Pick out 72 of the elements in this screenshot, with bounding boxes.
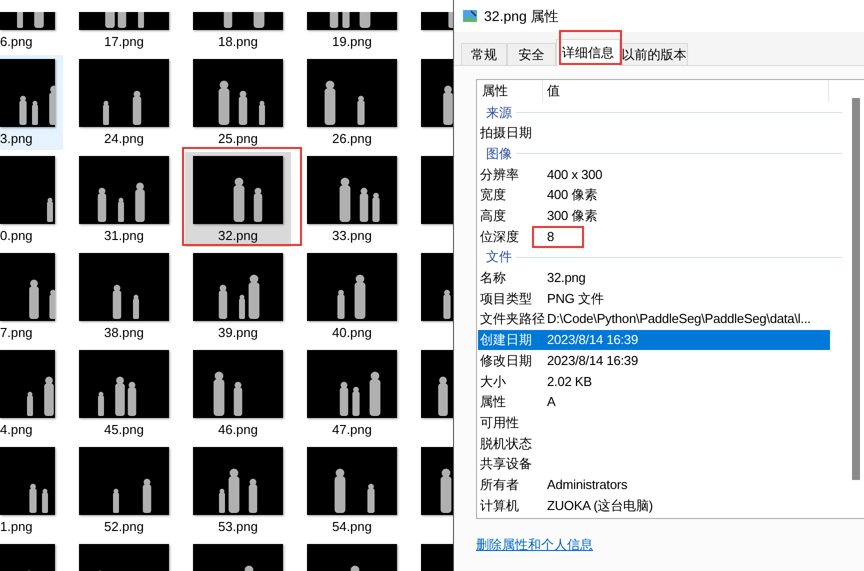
property-name: 属性: [479, 393, 507, 412]
property-name: 可用性: [479, 414, 520, 432]
image-icon: [462, 8, 478, 24]
file-name: 47.png: [332, 421, 372, 439]
property-name: 共享设备: [479, 455, 533, 474]
property-value: 400 像素: [547, 186, 598, 204]
window-title: 32.png 属性: [484, 6, 559, 26]
property-name: 文件夹路径: [479, 310, 546, 328]
file-name: 38.png: [104, 324, 144, 342]
file-name: 1.png: [0, 518, 33, 536]
tab[interactable]: 安全: [507, 43, 556, 65]
selected-row[interactable]: 创建日期 2023/8/14 16:39: [478, 330, 830, 350]
property-value: A: [547, 393, 556, 412]
group-header: 图像: [485, 144, 513, 163]
file-name: 19.png: [332, 33, 372, 51]
file-name: 17.png: [104, 33, 144, 51]
file-name: 54.png: [332, 518, 372, 536]
property-name: 名称: [479, 269, 507, 288]
file-name: 24.png: [104, 130, 144, 148]
remove-properties-link[interactable]: 删除属性和个人信息: [476, 537, 593, 552]
file-name: 18.png: [218, 33, 258, 51]
property-name: 大小: [479, 372, 507, 391]
file-name: 6.png: [0, 33, 33, 51]
property-name: 分辨率: [479, 166, 520, 184]
property-value: Administrators: [547, 476, 628, 494]
property-value: 2023/8/14 16:39: [547, 331, 638, 350]
tab[interactable]: 以前的版本: [620, 43, 688, 65]
property-name: 修改日期: [479, 352, 533, 370]
scrollbar[interactable]: [852, 98, 860, 480]
file-name: 39.png: [218, 324, 258, 342]
property-value: 2.02 KB: [547, 372, 592, 391]
group-header: 来源: [485, 104, 513, 122]
property-name: 项目类型: [479, 290, 533, 308]
property-value: 8: [547, 228, 554, 246]
property-value: 2023/8/14 16:39: [547, 352, 638, 370]
file-name: 33.png: [332, 227, 372, 245]
tab[interactable]: 常规: [461, 43, 507, 65]
property-name: 高度: [479, 207, 507, 226]
property-name: 计算机: [479, 496, 520, 515]
column-header[interactable]: 属性: [477, 80, 543, 102]
file-name: 3.png: [0, 130, 33, 148]
property-value: 300 像素: [547, 207, 598, 226]
property-value: D:\Code\Python\PaddleSeg\PaddleSeg\data\l...: [547, 310, 811, 328]
property-name: 所有者: [479, 476, 520, 494]
file-name: 0.png: [0, 227, 33, 245]
property-value: 400 x 300: [547, 166, 602, 184]
annotation-frame: [532, 226, 584, 248]
file-item[interactable]: 3.png: [0, 55, 63, 150]
property-value: 32.png: [547, 269, 586, 288]
property-name: 拍摄日期: [479, 124, 533, 142]
property-name: 位深度: [479, 228, 520, 246]
property-value: PNG 文件: [547, 290, 604, 308]
file-name: 40.png: [332, 324, 372, 342]
group-header: 文件: [485, 248, 513, 266]
tab[interactable]: 详细信息: [556, 39, 620, 66]
file-item[interactable]: 32.png: [185, 152, 291, 247]
file-name: 31.png: [104, 227, 144, 245]
property-name: 脱机状态: [479, 434, 533, 453]
annotation-frame: [559, 30, 622, 65]
file-name: 26.png: [332, 130, 372, 148]
file-name: 46.png: [218, 421, 258, 439]
property-value: ZUOKA (这台电脑): [547, 496, 653, 515]
file-name: 53.png: [218, 518, 258, 536]
file-name: 25.png: [218, 130, 258, 148]
column-header[interactable]: 值: [543, 80, 829, 102]
file-name: 52.png: [104, 518, 144, 536]
property-name: 创建日期: [479, 331, 533, 350]
file-name: 32.png: [218, 227, 258, 245]
file-name: 45.png: [104, 421, 144, 439]
property-name: 宽度: [479, 186, 507, 204]
file-name: 7.png: [0, 324, 33, 342]
file-name: 4.png: [0, 421, 33, 439]
